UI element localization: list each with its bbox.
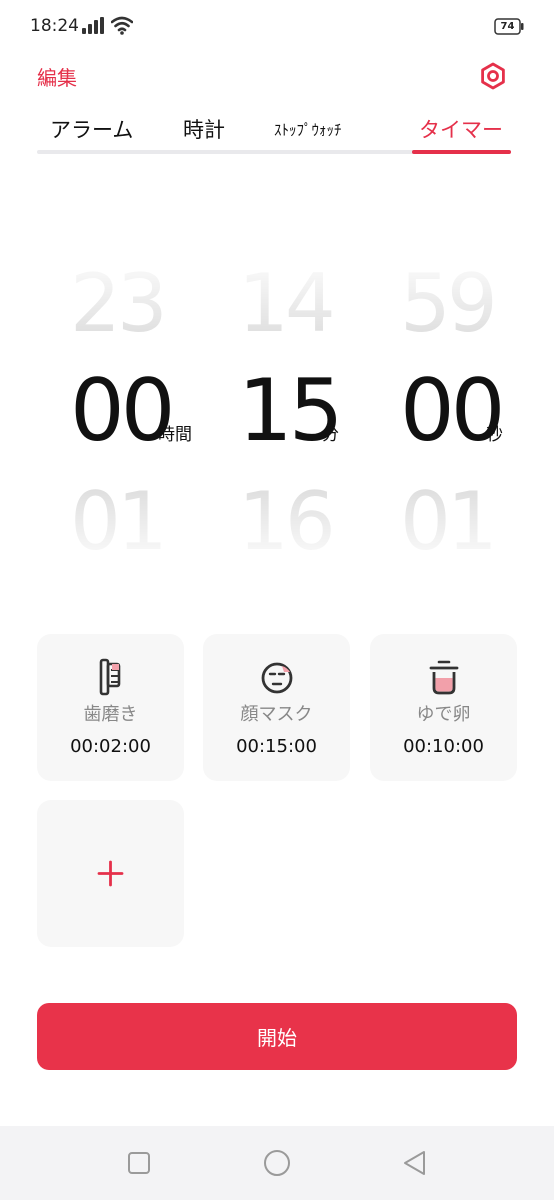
recent-apps-icon[interactable] <box>124 1148 154 1178</box>
minutes-prev[interactable]: 14 <box>238 264 336 344</box>
add-preset-button[interactable] <box>37 800 184 947</box>
minutes-next[interactable]: 16 <box>238 482 336 562</box>
tab-timer[interactable]: タイマー <box>419 114 503 144</box>
wifi-icon <box>111 16 133 35</box>
preset-name: ゆで卵 <box>416 704 471 725</box>
back-icon[interactable] <box>400 1148 430 1178</box>
hours-prev[interactable]: 23 <box>70 264 168 344</box>
navigation-bar <box>0 1126 554 1200</box>
status-time: 18:24 <box>30 16 79 36</box>
signal-icon <box>82 17 104 34</box>
settings-icon[interactable] <box>479 62 507 90</box>
pot-icon <box>429 660 459 695</box>
seconds-next[interactable]: 01 <box>400 482 498 562</box>
preset-name: 顔マスク <box>240 704 313 725</box>
face-mask-icon <box>261 662 293 694</box>
timer-picker[interactable]: 23 14 59 00 時間 15 分 00 秒 01 16 01 <box>0 250 554 562</box>
tab-clock[interactable]: 時計 <box>183 114 225 144</box>
start-button[interactable]: 開始 <box>37 1003 517 1070</box>
preset-card-face-mask[interactable]: 顔マスク 00:15:00 <box>203 634 350 781</box>
tab-stopwatch[interactable]: ｽﾄｯﾌﾟｳｫｯﾁ <box>274 119 342 140</box>
seconds-prev[interactable]: 59 <box>400 264 498 344</box>
preset-time: 00:10:00 <box>403 736 484 757</box>
home-icon[interactable] <box>262 1148 292 1178</box>
hours-unit: 時間 <box>158 425 192 445</box>
tab-bar: アラーム 時計 ｽﾄｯﾌﾟｳｫｯﾁ タイマー <box>37 112 511 156</box>
preset-card-toothbrush[interactable]: 歯磨き 00:02:00 <box>37 634 184 781</box>
hours-value[interactable]: 00 <box>70 368 175 454</box>
tab-alarm[interactable]: アラーム <box>50 114 133 144</box>
edit-button[interactable]: 編集 <box>37 62 77 91</box>
tab-active-indicator <box>412 150 511 154</box>
toothbrush-icon <box>99 658 121 696</box>
preset-time: 00:15:00 <box>236 736 317 757</box>
plus-icon <box>97 860 124 887</box>
preset-time: 00:02:00 <box>70 736 151 757</box>
hours-next[interactable]: 01 <box>70 482 168 562</box>
preset-name: 歯磨き <box>83 704 138 725</box>
status-bar: 18:24 74 <box>0 0 554 54</box>
minutes-unit: 分 <box>322 425 339 445</box>
battery-level: 74 <box>500 21 515 32</box>
seconds-unit: 秒 <box>486 425 503 445</box>
preset-card-boiled-egg[interactable]: ゆで卵 00:10:00 <box>370 634 517 781</box>
